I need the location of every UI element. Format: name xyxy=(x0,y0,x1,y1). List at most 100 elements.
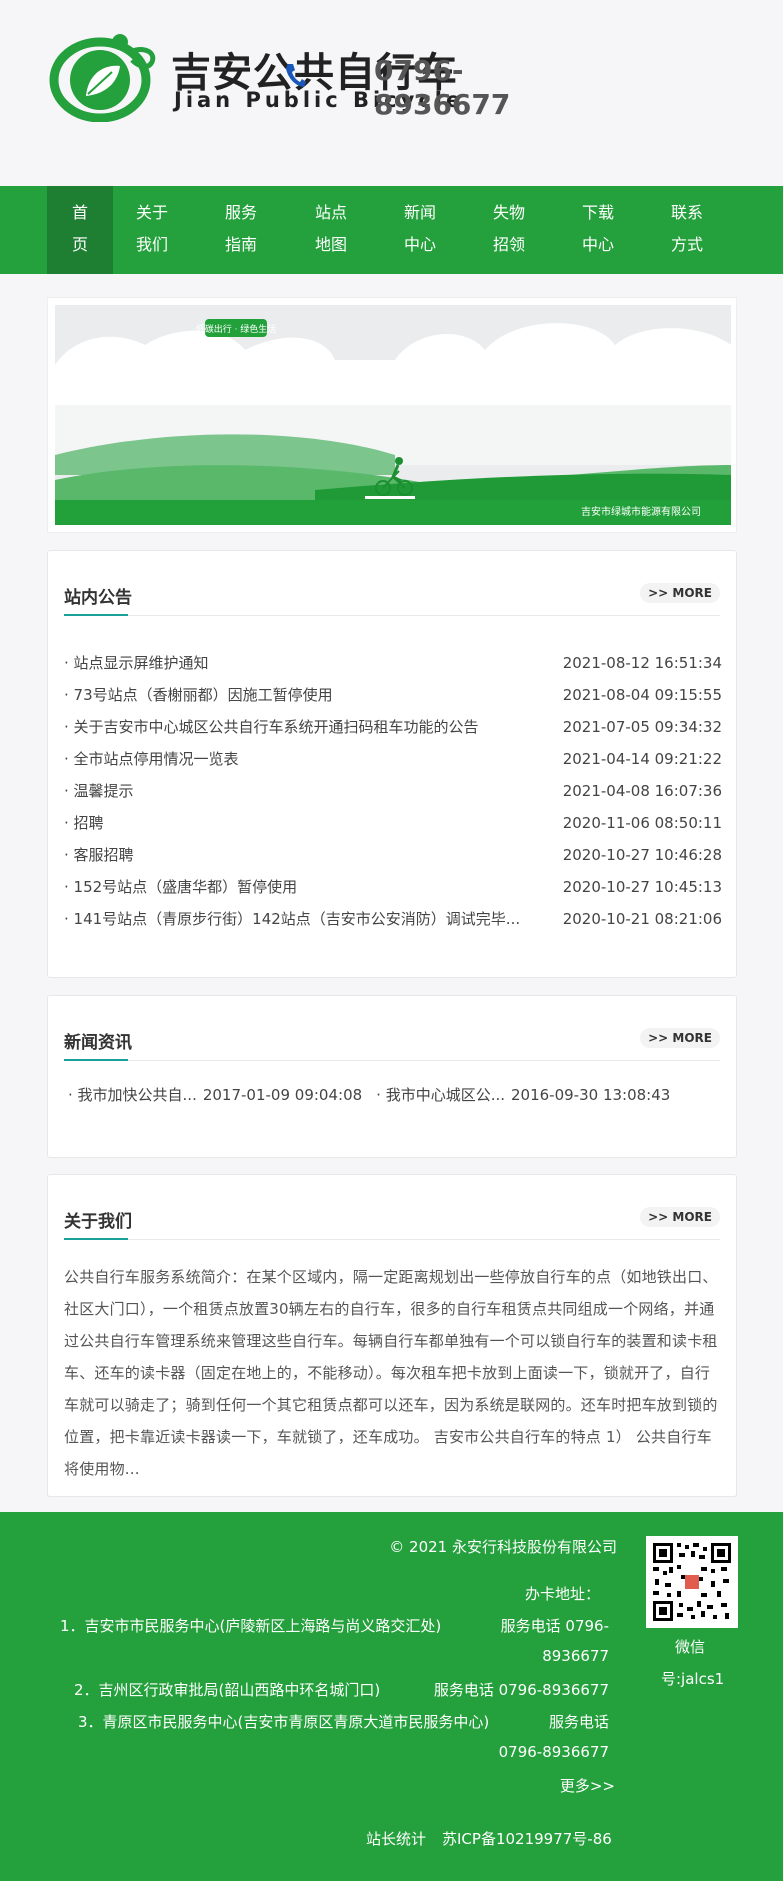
notices-more-link[interactable]: >> MORE xyxy=(640,583,720,603)
notice-title[interactable]: · 141号站点（青原步行街）142站点（吉安市公安消防）调试完毕... xyxy=(64,903,544,935)
panel-divider-accent xyxy=(64,1238,128,1240)
notice-row[interactable]: · 站点显示屏维护通知 2021-08-12 16:51:34 xyxy=(64,647,722,679)
hotline-number: 0796- 8936677 xyxy=(374,54,514,122)
news-item-date: 2016-09-30 13:08:43 xyxy=(511,1086,671,1104)
notice-date: 2020-10-21 08:21:06 xyxy=(562,910,722,928)
panel-divider xyxy=(64,1059,720,1061)
nav-item-downloads[interactable]: 下载 中心 xyxy=(565,186,631,274)
notice-date: 2020-10-27 10:45:13 xyxy=(562,878,722,896)
nav-item-station-map[interactable]: 站点 地图 xyxy=(298,186,364,274)
about-more-link[interactable]: >> MORE xyxy=(640,1207,720,1227)
notice-date: 2021-04-08 16:07:36 xyxy=(562,782,722,800)
notice-title[interactable]: · 招聘 xyxy=(64,807,544,839)
news-panel: 新闻资讯 >> MORE · 我市加快公共自... 2017-01-09 09:0… xyxy=(47,995,737,1158)
nav-label-line1: 下载 xyxy=(581,205,614,222)
footer-address-1-phone-cont: 8936677 xyxy=(542,1647,609,1665)
nav-label-line1: 服务 xyxy=(224,205,257,222)
nav-item-news-center[interactable]: 新闻 中心 xyxy=(387,186,453,274)
footer-card-title: 办卡地址： xyxy=(524,1585,600,1603)
footer-address-1-phone: 服务电话 0796- xyxy=(500,1617,609,1635)
footer-copyright: © 2021 永安行科技股份有限公司 xyxy=(389,1538,617,1556)
nav-label-line2: 招领 xyxy=(492,237,525,254)
site-footer: © 2021 永安行科技股份有限公司 办卡地址： 1．吉安市市民服务中心(庐陵新… xyxy=(0,1512,783,1881)
notice-row[interactable]: · 141号站点（青原步行街）142站点（吉安市公安消防）调试完毕... 2020… xyxy=(64,903,722,935)
bicycle-leaf-logo-icon[interactable] xyxy=(48,30,160,122)
about-panel: 关于我们 >> MORE 公共自行车服务系统简介：在某个区域内，隔一定距离规划出… xyxy=(47,1174,737,1497)
nav-label-line2: 我们 xyxy=(135,237,168,254)
nav-label-line1: 新闻 xyxy=(403,205,436,222)
notice-date: 2020-11-06 08:50:11 xyxy=(562,814,722,832)
notice-row[interactable]: · 73号站点（香榭丽都）因施工暂停使用 2021-08-04 09:15:55 xyxy=(64,679,722,711)
qr-code-icon xyxy=(651,1541,733,1623)
panel-divider xyxy=(64,1238,720,1240)
news-item-title[interactable]: · 我市加快公共自... xyxy=(68,1086,197,1104)
wechat-id: 号:jalcs1 xyxy=(661,1670,725,1688)
footer-address-3: 3．青原区市民服务中心(吉安市青原区青原大道市民服务中心) xyxy=(78,1713,490,1731)
nav-label-line2: 方式 xyxy=(670,237,703,254)
notice-row[interactable]: · 关于吉安市中心城区公共自行车系统开通扫码租车功能的公告 2021-07-05 … xyxy=(64,711,722,743)
nav-item-contact[interactable]: 联系 方式 xyxy=(654,186,720,274)
about-summary: 公共自行车服务系统简介：在某个区域内，隔一定距离规划出一些停放自行车的点（如地铁… xyxy=(64,1268,718,1478)
icp-link[interactable]: 苏ICP备10219977号-86 xyxy=(442,1828,612,1849)
notices-panel: 站内公告 >> MORE · 站点显示屏维护通知 2021-08-12 16:51… xyxy=(47,550,737,978)
notice-date: 2021-04-14 09:21:22 xyxy=(562,750,722,768)
notices-title: 站内公告 xyxy=(64,588,132,608)
nav-label-line2: 地图 xyxy=(314,237,347,254)
news-more-link[interactable]: >> MORE xyxy=(640,1028,720,1048)
notice-title[interactable]: · 站点显示屏维护通知 xyxy=(64,647,544,679)
footer-address-3-phone: 服务电话 xyxy=(548,1713,609,1731)
footer-address-2-phone: 服务电话 0796-8936677 xyxy=(433,1681,609,1699)
nav-label-line2: 指南 xyxy=(224,237,257,254)
notice-title[interactable]: · 温馨提示 xyxy=(64,775,544,807)
site-stats-link[interactable]: 站长统计 xyxy=(366,1828,426,1849)
wechat-label: 微信 xyxy=(675,1638,706,1656)
nav-label-line1: 站点 xyxy=(314,205,347,222)
news-list: · 我市加快公共自... 2017-01-09 09:04:08 · 我市中心城区公… xyxy=(68,1084,676,1106)
banner-illustration: 低碳出行 · 绿色生活 吉安市绿城市能源有限公司 xyxy=(55,305,731,525)
news-item-title[interactable]: · 我市中心城区公... xyxy=(376,1086,505,1104)
nav-label-line2: 中心 xyxy=(581,237,614,254)
banner-tag-text: 低碳出行 · 绿色生活 xyxy=(196,323,277,335)
nav-label-line2: 中心 xyxy=(403,237,436,254)
notice-date: 2021-07-05 09:34:32 xyxy=(562,718,722,736)
nav-label-line2: 页 xyxy=(71,237,88,254)
notice-title[interactable]: · 152号站点（盛唐华都）暂停使用 xyxy=(64,871,544,903)
panel-divider xyxy=(64,614,720,616)
footer-address-3-phone-cont: 0796-8936677 xyxy=(498,1743,609,1761)
nav-item-about[interactable]: 关于 我们 xyxy=(119,186,185,274)
notice-date: 2020-10-27 10:46:28 xyxy=(562,846,722,864)
hotline-line1: 0796- xyxy=(374,54,464,87)
notice-date: 2021-08-04 09:15:55 xyxy=(562,686,722,704)
footer-more-link[interactable]: 更多>> xyxy=(560,1775,615,1796)
nav-label-line1: 联系 xyxy=(670,205,703,222)
notice-title[interactable]: · 73号站点（香榭丽都）因施工暂停使用 xyxy=(64,679,544,711)
notice-title[interactable]: · 关于吉安市中心城区公共自行车系统开通扫码租车功能的公告 xyxy=(64,711,544,743)
main-nav: 首 页 关于 我们 服务 指南 站点 地图 新闻 中心 失物 招领 下载 中心 … xyxy=(0,186,783,274)
footer-address-2: 2．吉州区行政审批局(韶山西路中环名城门口) xyxy=(74,1681,381,1699)
notice-row[interactable]: · 客服招聘 2020-10-27 10:46:28 xyxy=(64,839,722,871)
panel-divider-accent xyxy=(64,614,128,616)
hotline-line2: 8936677 xyxy=(374,88,511,121)
banner-company-text: 吉安市绿城市能源有限公司 xyxy=(581,505,701,518)
hero-banner[interactable]: 低碳出行 · 绿色生活 吉安市绿城市能源有限公司 xyxy=(47,297,737,533)
notice-title[interactable]: · 全市站点停用情况一览表 xyxy=(64,743,544,775)
site-header: 吉安公共自行车 Jian Public Bicycle 0796- 893667… xyxy=(0,0,783,186)
notice-row[interactable]: · 温馨提示 2021-04-08 16:07:36 xyxy=(64,775,722,807)
phone-icon xyxy=(286,64,306,87)
nav-label-line1: 首 xyxy=(71,205,88,222)
news-item-date: 2017-01-09 09:04:08 xyxy=(202,1086,363,1104)
notice-list: · 站点显示屏维护通知 2021-08-12 16:51:34 · 73号站点（香… xyxy=(64,647,722,935)
notice-row[interactable]: · 152号站点（盛唐华都）暂停使用 2020-10-27 10:45:13 xyxy=(64,871,722,903)
footer-address-1: 1．吉安市市民服务中心(庐陵新区上海路与尚义路交汇处) xyxy=(60,1617,442,1635)
notice-title[interactable]: · 客服招聘 xyxy=(64,839,544,871)
notice-row[interactable]: · 全市站点停用情况一览表 2021-04-14 09:21:22 xyxy=(64,743,722,775)
nav-item-service-guide[interactable]: 服务 指南 xyxy=(208,186,274,274)
nav-label-line1: 失物 xyxy=(492,205,525,222)
notice-date: 2021-08-12 16:51:34 xyxy=(562,654,722,672)
about-title: 关于我们 xyxy=(64,1212,132,1232)
nav-item-home[interactable]: 首 页 xyxy=(47,186,113,274)
nav-item-lost-found[interactable]: 失物 招领 xyxy=(476,186,542,274)
notice-row[interactable]: · 招聘 2020-11-06 08:50:11 xyxy=(64,807,722,839)
nav-label-line1: 关于 xyxy=(135,205,168,222)
wechat-qr-code xyxy=(646,1536,738,1628)
